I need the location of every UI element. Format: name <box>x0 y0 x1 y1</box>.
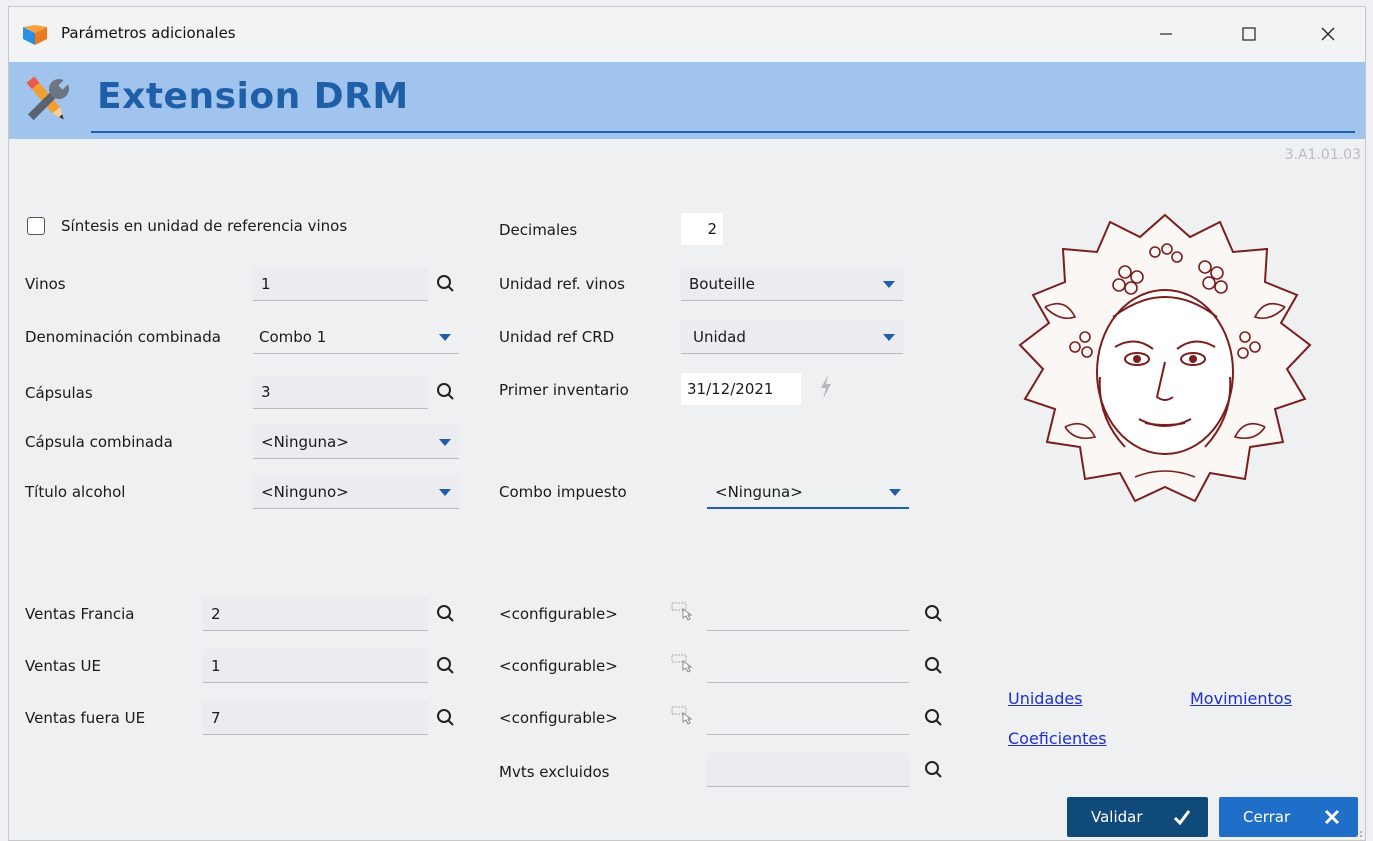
maximize-icon <box>1242 27 1256 41</box>
resize-grip-icon[interactable] <box>1353 828 1363 838</box>
primer-inventario-label: Primer inventario <box>499 381 629 399</box>
combo-impuesto-value: <Ninguna> <box>715 483 803 501</box>
denominacion-label: Denominación combinada <box>25 328 221 346</box>
chevron-down-icon <box>439 439 451 446</box>
minimize-button[interactable] <box>1147 19 1185 49</box>
ventas-francia-field[interactable]: 2 <box>203 597 428 631</box>
search-icon[interactable] <box>435 707 457 729</box>
unidades-link[interactable]: Unidades <box>1008 689 1083 708</box>
decimales-input[interactable]: 2 <box>681 213 723 245</box>
search-icon[interactable] <box>923 655 945 677</box>
header-band: Extension DRM <box>9 62 1365 139</box>
search-icon[interactable] <box>923 603 945 625</box>
tools-icon <box>26 76 70 121</box>
capsulas-field[interactable]: 3 <box>253 375 428 409</box>
capsula-combinada-select[interactable]: <Ninguna> <box>253 425 459 459</box>
sintesis-checkbox[interactable] <box>27 217 45 235</box>
capsula-combinada-value: <Ninguna> <box>261 433 349 451</box>
unidad-ref-crd-value: Unidad <box>693 328 746 346</box>
chevron-down-icon <box>439 334 451 341</box>
search-icon[interactable] <box>923 707 945 729</box>
version-label: 3.A1.01.03 <box>1284 147 1361 163</box>
ventas-ue-field[interactable]: 1 <box>203 649 428 683</box>
unidad-ref-crd-select[interactable]: Unidad <box>681 320 903 354</box>
close-icon <box>1321 27 1335 41</box>
capsula-combinada-label: Cápsula combinada <box>25 433 173 451</box>
movimientos-link[interactable]: Movimientos <box>1190 689 1292 708</box>
title-bar: Parámetros adicionales <box>9 7 1365 62</box>
app-logo-icon <box>23 25 47 45</box>
ventas-fuera-ue-field[interactable]: 7 <box>203 701 428 735</box>
window-title: Parámetros adicionales <box>61 24 236 42</box>
search-icon[interactable] <box>435 381 457 403</box>
decimales-label: Decimales <box>499 221 578 239</box>
cerrar-button[interactable]: Cerrar <box>1219 797 1358 837</box>
search-icon[interactable] <box>435 273 457 295</box>
ventas-fuera-ue-label: Ventas fuera UE <box>25 709 146 727</box>
vinos-field[interactable]: 1 <box>253 267 428 301</box>
chevron-down-icon <box>439 489 451 496</box>
ventas-francia-label: Ventas Francia <box>25 605 135 623</box>
validar-button-label: Validar <box>1091 808 1143 826</box>
page-title: Extension DRM <box>97 76 409 117</box>
configurable-1-label: <configurable> <box>499 605 618 623</box>
mvts-excluidos-field[interactable] <box>707 753 909 787</box>
check-icon <box>1173 810 1191 826</box>
configurable-2-label: <configurable> <box>499 657 618 675</box>
coeficientes-link[interactable]: Coeficientes <box>1008 729 1107 748</box>
configurable-3-field[interactable] <box>707 701 909 735</box>
unidad-ref-crd-label: Unidad ref CRD <box>499 328 615 346</box>
dialog-window: Parámetros adicionales Extension DRM 3.A… <box>8 6 1366 841</box>
hand-pointer-icon[interactable] <box>671 653 693 673</box>
close-icon <box>1324 809 1340 825</box>
configurable-2-field[interactable] <box>707 649 909 683</box>
titulo-alcohol-value: <Ninguno> <box>261 483 349 501</box>
sintesis-label: Síntesis en unidad de referencia vinos <box>61 217 348 235</box>
denominacion-select[interactable]: Combo 1 <box>253 320 459 354</box>
primer-inventario-input[interactable]: 31/12/2021 <box>681 373 801 405</box>
combo-impuesto-label: Combo impuesto <box>499 483 627 501</box>
unidad-ref-vinos-label: Unidad ref. vinos <box>499 275 625 293</box>
search-icon[interactable] <box>435 655 457 677</box>
chevron-down-icon <box>883 334 895 341</box>
validar-button[interactable]: Validar <box>1067 797 1208 837</box>
search-icon[interactable] <box>435 603 457 625</box>
combo-impuesto-select[interactable]: <Ninguna> <box>707 475 909 509</box>
titulo-alcohol-label: Título alcohol <box>25 483 126 501</box>
vinos-label: Vinos <box>25 275 66 293</box>
hand-pointer-icon[interactable] <box>671 601 693 621</box>
mvts-excluidos-label: Mvts excluidos <box>499 763 610 781</box>
close-window-button[interactable] <box>1309 19 1347 49</box>
chevron-down-icon <box>883 281 895 288</box>
configurable-1-field[interactable] <box>707 597 909 631</box>
wine-god-emblem-image <box>1018 213 1312 503</box>
hand-pointer-icon[interactable] <box>671 705 693 725</box>
minimize-icon <box>1160 33 1172 35</box>
lightning-icon[interactable] <box>819 375 833 399</box>
header-underline <box>91 131 1355 133</box>
maximize-button[interactable] <box>1230 19 1268 49</box>
configurable-3-label: <configurable> <box>499 709 618 727</box>
capsulas-label: Cápsulas <box>25 384 93 402</box>
chevron-down-icon <box>889 489 901 496</box>
cerrar-button-label: Cerrar <box>1243 808 1291 826</box>
unidad-ref-vinos-value: Bouteille <box>689 275 755 293</box>
denominacion-value: Combo 1 <box>259 328 327 346</box>
search-icon[interactable] <box>923 759 945 781</box>
unidad-ref-vinos-select[interactable]: Bouteille <box>681 267 903 301</box>
titulo-alcohol-select[interactable]: <Ninguno> <box>253 475 459 509</box>
ventas-ue-label: Ventas UE <box>25 657 101 675</box>
